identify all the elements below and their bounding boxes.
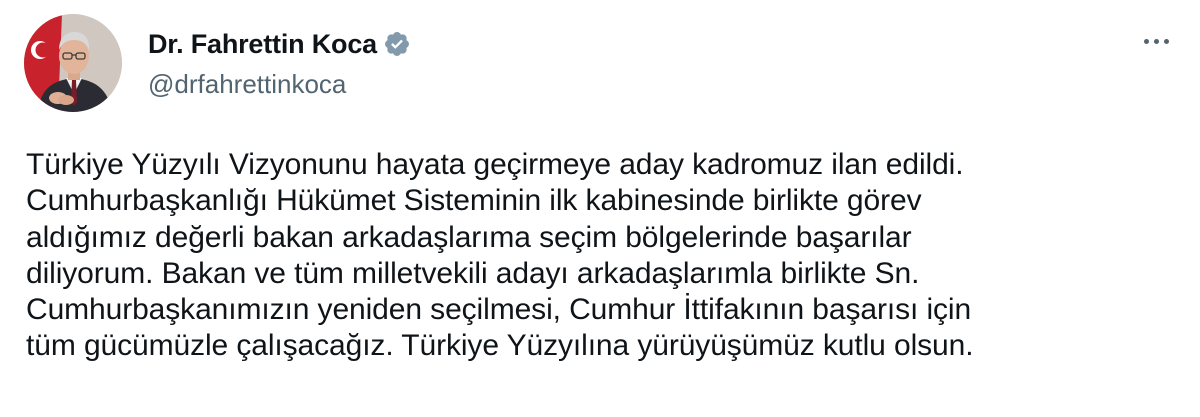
more-options-button[interactable] <box>1136 26 1176 56</box>
more-horizontal-icon <box>1153 38 1159 44</box>
tweet-text-line: tüm gücümüzle çalışacağız. Türkiye Yüzyı… <box>26 329 974 363</box>
tweet-text-line: Türkiye Yüzyılı Vizyonunu hayata geçirme… <box>26 148 964 181</box>
tweet-card: Dr. Fahrettin Koca @drfahrettinkoca Türk… <box>0 0 1200 417</box>
tweet-text-line: Cumhurbaşkanımızın yeniden seçilmesi, Cu… <box>26 293 972 327</box>
tweet-text-line: Cumhurbaşkanlığı Hükümet Sisteminin ilk … <box>26 184 922 218</box>
verified-badge-icon[interactable] <box>383 30 411 58</box>
user-info: Dr. Fahrettin Koca @drfahrettinkoca <box>148 27 411 100</box>
user-handle[interactable]: @drfahrettinkoca <box>148 69 411 100</box>
tweet-header: Dr. Fahrettin Koca @drfahrettinkoca <box>24 14 1176 114</box>
tweet-text-line: diliyorum. Bakan ve tüm milletvekili ada… <box>26 256 920 290</box>
more-horizontal-icon <box>1163 38 1169 44</box>
tweet-text: Türkiye Yüzyılı Vizyonunu hayata geçirme… <box>26 147 1176 365</box>
name-row: Dr. Fahrettin Koca <box>148 27 411 61</box>
display-name[interactable]: Dr. Fahrettin Koca <box>148 29 377 60</box>
more-horizontal-icon <box>1143 38 1149 44</box>
tweet-text-line: aldığımız değerli bakan arkadaşlarıma se… <box>26 220 912 254</box>
profile-photo-icon <box>24 14 122 112</box>
avatar[interactable] <box>24 14 122 112</box>
